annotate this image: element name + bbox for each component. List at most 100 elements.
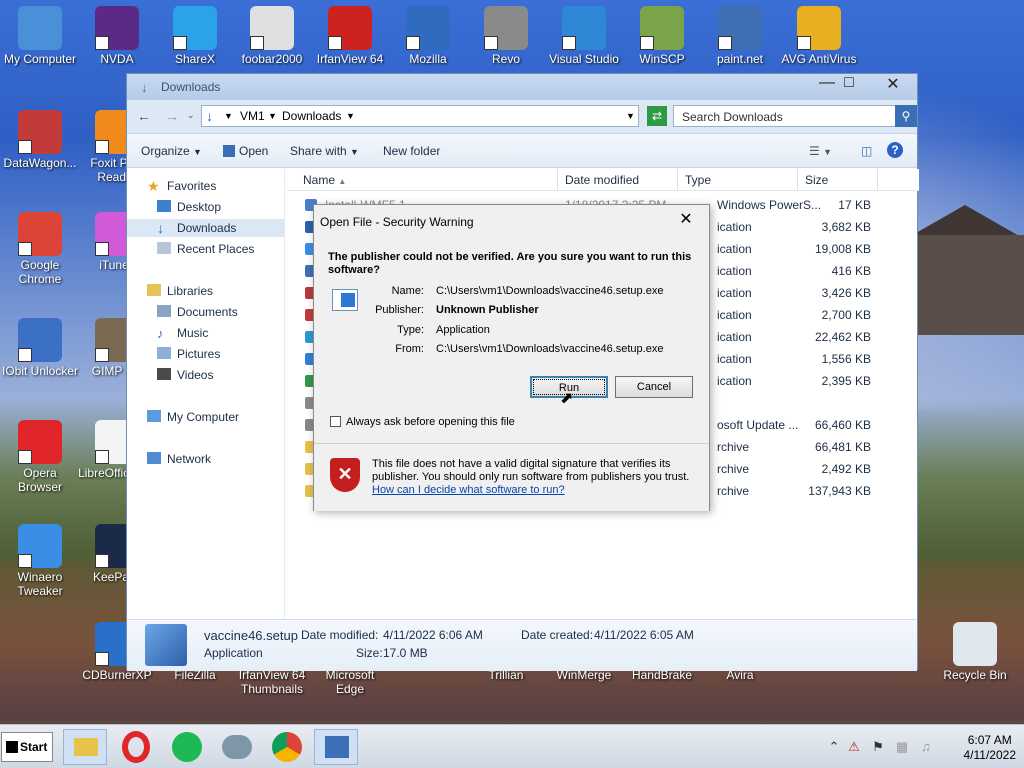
clock[interactable]: 6:07 AM 4/11/2022 <box>964 733 1017 763</box>
close-button[interactable]: ✕ <box>871 74 915 94</box>
help-icon[interactable]: ? <box>887 142 903 158</box>
column-date[interactable]: Date modified <box>565 173 639 187</box>
file-size: 3,682 KB <box>821 220 871 234</box>
nav-documents[interactable]: Documents <box>157 303 238 321</box>
explorer-titlebar[interactable]: ↓ Downloads — □ ✕ <box>127 74 917 100</box>
desktop-icon-sharex[interactable]: ShareX <box>155 6 235 66</box>
nav-pictures[interactable]: Pictures <box>157 345 220 363</box>
chevron-down-icon[interactable]: ▼ <box>346 111 355 121</box>
volume-icon[interactable]: ♫ <box>918 739 934 755</box>
desktop-icon-computer[interactable]: My Computer <box>0 6 80 66</box>
recent-places-icon <box>157 242 171 254</box>
clock-date: 4/11/2022 <box>963 748 1017 762</box>
desktop-icon-winaero[interactable]: Winaero Tweaker <box>0 524 80 598</box>
desktop-icon-thunderbird[interactable]: Mozilla <box>388 6 468 66</box>
chrome-taskbar-icon[interactable] <box>264 729 308 765</box>
desktop-icon-foobar[interactable]: foobar2000 <box>232 6 312 66</box>
desktop-icon-revo[interactable]: Revo <box>466 6 546 66</box>
desktop-icon-iobit[interactable]: IObit Unlocker <box>0 318 80 378</box>
address-bar[interactable]: ↓ ▼ VM1 ▼ Downloads ▼ ▼ <box>201 105 639 127</box>
search-icon[interactable]: ⚲ <box>895 105 917 127</box>
nav-music[interactable]: ♪ Music <box>157 324 208 342</box>
desktop-icon-label: NVDA <box>100 52 134 66</box>
opera-taskbar-icon[interactable] <box>114 729 158 765</box>
desktop-icon-winscp[interactable]: WinSCP <box>622 6 702 66</box>
nav-recent-places[interactable]: Recent Places <box>157 240 254 258</box>
file-size: 22,462 KB <box>814 330 871 344</box>
desktop-icon-datawagon[interactable]: DataWagon... <box>0 110 80 170</box>
share-with-menu[interactable]: Share with ▼ <box>290 144 359 158</box>
nav-libraries[interactable]: Libraries <box>147 282 213 300</box>
address-bar-area: ← → ⌄ ↓ ▼ VM1 ▼ Downloads ▼ ▼ ⇄ Search D… <box>127 100 917 134</box>
forward-button[interactable]: → <box>165 108 179 124</box>
search-input[interactable]: Search Downloads ⚲ <box>673 105 917 127</box>
foobar-icon <box>250 6 294 50</box>
desktop-icon-opera[interactable]: Opera Browser <box>0 420 80 494</box>
chevron-down-icon[interactable]: ▼ <box>224 111 233 121</box>
organize-menu[interactable]: Organize ▼ <box>141 144 202 158</box>
down-arrow-icon: ↓ <box>141 80 148 95</box>
cancel-button[interactable]: Cancel <box>615 376 693 398</box>
nav-desktop[interactable]: Desktop <box>157 198 221 216</box>
column-separator[interactable] <box>797 169 798 191</box>
recent-pages-dropdown[interactable]: ⌄ <box>187 110 195 121</box>
details-filename: vaccine46.setup <box>204 628 298 643</box>
column-name[interactable]: Name ▲ <box>303 173 346 187</box>
desktop-icon-recycle-bin[interactable]: Recycle Bin <box>935 622 1015 682</box>
nav-downloads[interactable]: ↓ Downloads <box>127 219 285 237</box>
display-icon[interactable]: ▦ <box>894 739 910 755</box>
help-link[interactable]: How can I decide what software to run? <box>372 484 565 496</box>
chevron-down-icon[interactable]: ▼ <box>268 111 277 121</box>
show-hidden-icons[interactable]: ⌃ <box>826 739 842 755</box>
installer-taskbar-icon[interactable] <box>314 729 358 765</box>
file-type: ication <box>717 330 752 344</box>
always-ask-label[interactable]: Always ask before opening this file <box>346 416 515 428</box>
column-separator[interactable] <box>677 169 678 191</box>
network-tool-taskbar-icon[interactable] <box>214 729 258 765</box>
file-explorer-taskbar-icon[interactable] <box>63 729 107 765</box>
security-tray-icon[interactable]: ⚠ <box>846 739 862 755</box>
desktop-icon-vscode[interactable]: Visual Studio <box>544 6 624 66</box>
publisher-value: Unknown Publisher <box>436 304 539 316</box>
desktop-icon-avg[interactable]: AVG AntiVirus <box>779 6 859 66</box>
flag-icon[interactable]: ⚑ <box>870 739 886 755</box>
desktop-icon-chrome[interactable]: Google Chrome <box>0 212 80 286</box>
nav-network[interactable]: Network <box>147 450 211 468</box>
nav-videos[interactable]: Videos <box>157 366 213 384</box>
spotify-taskbar-icon[interactable] <box>164 729 208 765</box>
maximize-button[interactable]: □ <box>827 74 871 94</box>
desktop-icon-paintnet[interactable]: paint.net <box>700 6 780 66</box>
file-type: ication <box>717 220 752 234</box>
preview-pane-icon[interactable]: ◫ <box>861 144 872 158</box>
refresh-icon[interactable]: ⇄ <box>647 106 667 126</box>
column-separator[interactable] <box>557 169 558 191</box>
column-type[interactable]: Type <box>685 173 711 187</box>
view-options-icon[interactable]: ☰ ▼ <box>809 144 832 158</box>
network-icon <box>147 452 161 464</box>
share-with-label: Share with <box>290 144 347 158</box>
back-button[interactable]: ← <box>137 108 151 124</box>
always-ask-checkbox[interactable] <box>330 416 341 427</box>
network-tool-icon <box>222 735 252 759</box>
desktop-icon-irfanview[interactable]: IrfanView 64 <box>310 6 390 66</box>
address-dropdown[interactable]: ▼ <box>626 111 635 121</box>
new-folder-button[interactable]: New folder <box>383 144 440 158</box>
breadcrumb-vm1[interactable]: VM1 <box>240 109 265 123</box>
column-size[interactable]: Size <box>805 173 828 187</box>
breadcrumb-downloads[interactable]: Downloads <box>282 109 341 123</box>
file-type: Windows PowerS... <box>717 198 822 212</box>
computer-icon <box>147 410 161 422</box>
desktop-icon-nvda[interactable]: NVDA <box>77 6 157 66</box>
file-size: 17 KB <box>838 198 871 212</box>
chrome-icon <box>18 212 62 256</box>
column-separator[interactable] <box>877 169 878 191</box>
thunderbird-icon <box>406 6 450 50</box>
start-button[interactable]: Start <box>1 732 53 762</box>
nav-favorites[interactable]: ★ Favorites <box>147 177 216 195</box>
nav-my-computer[interactable]: My Computer <box>147 408 239 426</box>
dialog-close-button[interactable]: ✕ <box>674 209 698 229</box>
window-title: Downloads <box>161 80 221 94</box>
details-date-created-label: Date created: <box>521 628 594 642</box>
file-type: rchive <box>717 484 750 498</box>
open-button[interactable]: Open <box>223 144 268 158</box>
